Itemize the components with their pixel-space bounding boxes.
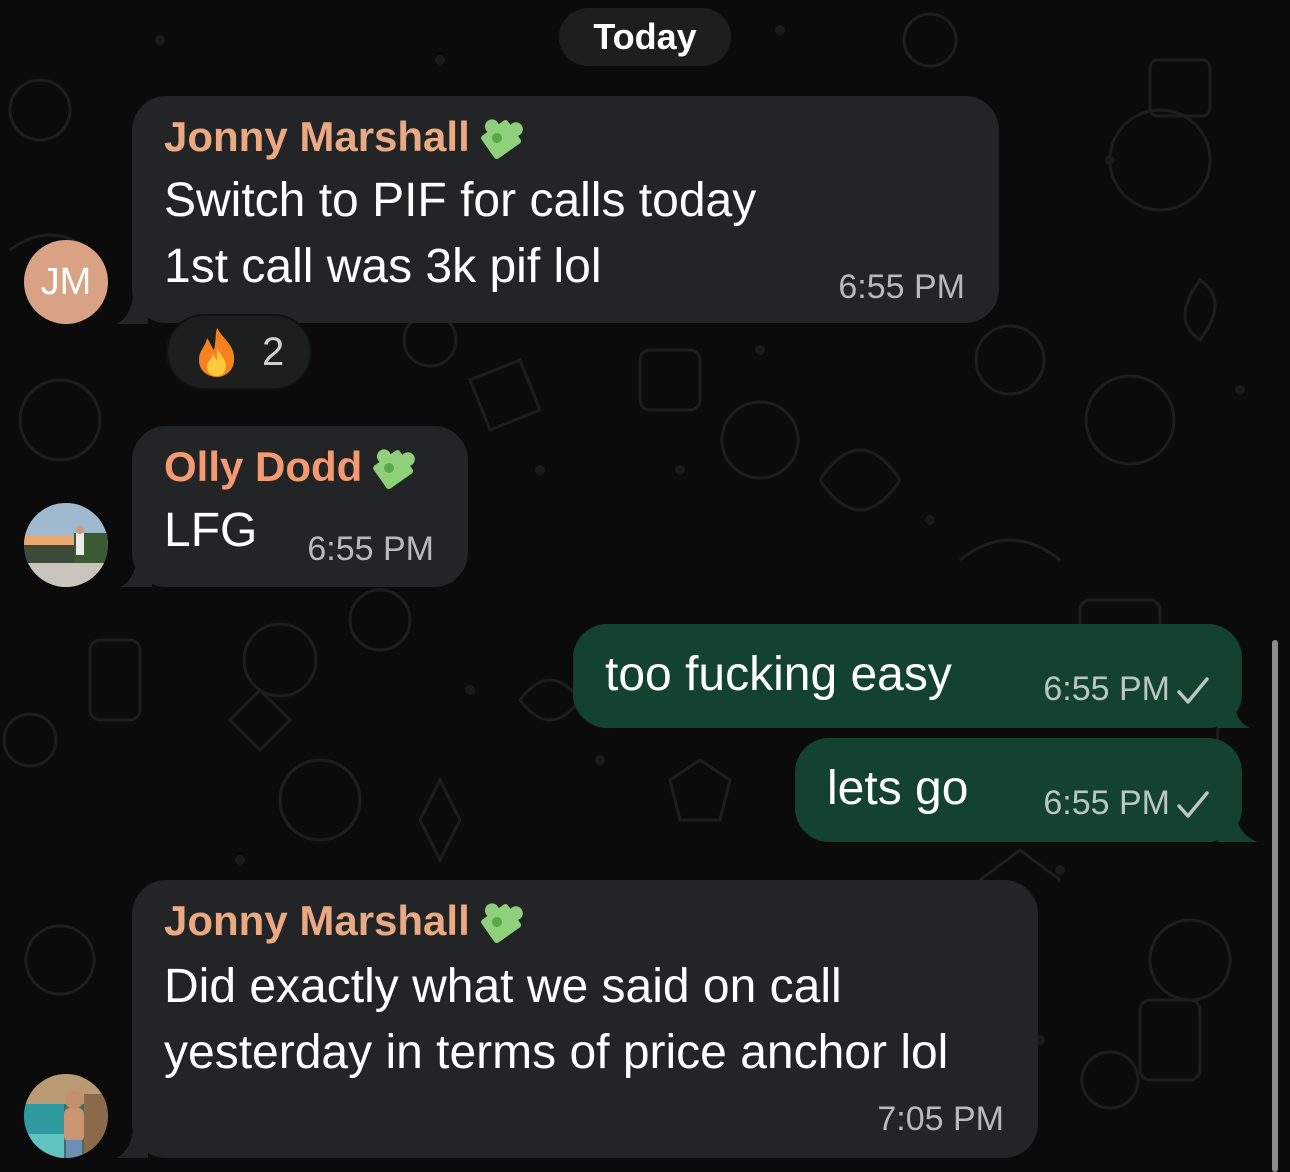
message-timestamp: 6:55 PM xyxy=(1043,670,1170,708)
avatar[interactable] xyxy=(24,1074,108,1158)
sender-name[interactable]: Jonny Marshall xyxy=(164,108,532,166)
sender-name-text: Jonny Marshall xyxy=(164,113,470,160)
message-text-line: Switch to PIF for calls today xyxy=(164,174,757,227)
photo-avatar-jonny xyxy=(24,1074,108,1158)
message-text-line: yesterday in terms of price anchor lol xyxy=(164,1026,949,1079)
message-bubble-outgoing[interactable]: lets go 6:55 PM xyxy=(795,738,1242,842)
scrollbar[interactable] xyxy=(1272,640,1278,1172)
message-text-line: LFG xyxy=(164,504,258,557)
message-bubble-incoming[interactable]: Jonny Marshall Switch to PIF for calls t… xyxy=(132,96,999,323)
avatar[interactable] xyxy=(24,503,108,587)
sender-name[interactable]: Olly Dodd xyxy=(164,438,424,496)
sent-check-icon xyxy=(1177,791,1209,818)
puzzle-piece-icon xyxy=(480,903,523,944)
message-bubble-outgoing[interactable]: too fucking easy 6:55 PM xyxy=(573,624,1242,728)
avatar[interactable]: JM xyxy=(24,240,108,324)
message-text-line: lets go xyxy=(827,762,969,815)
sent-check-icon xyxy=(1177,677,1209,704)
message-timestamp-row: 6:55 PM xyxy=(1043,670,1210,709)
message-text-line: 1st call was 3k pif lol xyxy=(164,240,602,293)
message-timestamp: 6:55 PM xyxy=(838,268,965,306)
message-text-line: too fucking easy xyxy=(605,648,952,701)
sender-name-text: Jonny Marshall xyxy=(164,897,470,944)
puzzle-piece-icon xyxy=(373,449,416,490)
reaction-chip[interactable]: 2 xyxy=(166,314,312,390)
photo-avatar-olly xyxy=(24,503,108,587)
message-timestamp: 7:05 PM xyxy=(877,1100,1004,1138)
message-timestamp-row: 6:55 PM xyxy=(1043,784,1210,823)
fire-icon xyxy=(199,328,235,377)
puzzle-piece-icon xyxy=(480,119,523,160)
message-timestamp: 6:55 PM xyxy=(307,530,434,568)
avatar-initials: JM xyxy=(40,260,92,303)
message-bubble-incoming[interactable]: Jonny Marshall Did exactly what we said … xyxy=(132,880,1038,1158)
message-text-line: Did exactly what we said on call xyxy=(164,960,842,1013)
sender-name-text: Olly Dodd xyxy=(164,443,363,490)
reaction-count: 2 xyxy=(262,329,285,374)
message-timestamp: 6:55 PM xyxy=(1043,784,1170,822)
date-separator: Today xyxy=(559,8,731,66)
message-bubble-incoming[interactable]: Olly Dodd LFG 6:55 PM xyxy=(132,426,468,587)
sender-name[interactable]: Jonny Marshall xyxy=(164,892,532,950)
